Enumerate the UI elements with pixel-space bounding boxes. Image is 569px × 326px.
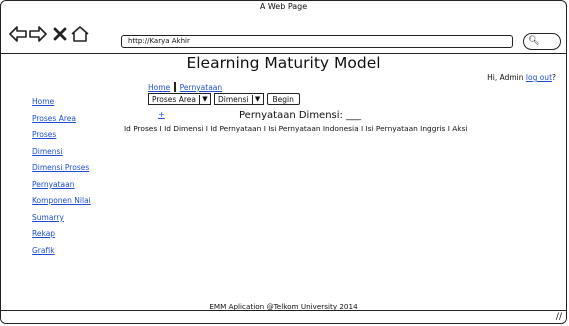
sidebar-item-pernyataan[interactable]: Pernyataan: [32, 177, 142, 194]
greeting-suffix: ?: [552, 73, 556, 82]
window-title: A Web Page: [259, 2, 308, 11]
user-greeting: Hi, Admin log out?: [487, 73, 556, 82]
breadcrumb-pernyataan[interactable]: Pernyataan: [180, 83, 223, 92]
browser-toolbar: http://Karya Akhir 🔍︎: [1, 13, 566, 54]
begin-button[interactable]: Begin: [266, 93, 300, 105]
chevron-down-icon: ▼: [251, 94, 263, 104]
dimensi-select[interactable]: Dimensi ▼: [213, 93, 264, 105]
sidebar-item-dimensi[interactable]: Dimensi: [32, 144, 142, 161]
chevron-down-icon: ▼: [198, 94, 210, 104]
browser-window: A Web Page http://Karya Akhir 🔍︎ Elearni…: [0, 0, 567, 324]
address-bar[interactable]: http://Karya Akhir: [121, 35, 513, 48]
back-arrow-icon[interactable]: [9, 26, 27, 42]
close-x-icon[interactable]: [53, 26, 67, 42]
dimensi-select-value: Dimensi: [217, 94, 249, 104]
search-box[interactable]: 🔍︎: [523, 33, 561, 50]
home-icon[interactable]: [71, 26, 89, 42]
section-heading: Pernyataan Dimensi: ___: [239, 110, 362, 121]
sidebar-item-rekap[interactable]: Rekap: [32, 226, 142, 243]
breadcrumb-separator: [174, 82, 176, 92]
forward-arrow-icon[interactable]: [29, 26, 47, 42]
breadcrumb: Home Pernyataan: [148, 82, 222, 92]
sidebar-item-komponen-nilai[interactable]: Komponen Nilai: [32, 193, 142, 210]
sidebar-item-sumarry[interactable]: Sumarry: [32, 210, 142, 227]
search-icon: 🔍︎: [528, 36, 540, 46]
filter-bar: Proses Area ▼ Dimensi ▼ Begin: [148, 93, 300, 105]
page-title: Elearning Maturity Model: [186, 54, 381, 72]
add-pernyataan-link[interactable]: +: [158, 110, 165, 119]
table-header: Id Proses I Id Dimensi I Id Pernyataan I…: [124, 124, 468, 133]
sidebar-item-dimensi-proses[interactable]: Dimensi Proses: [32, 160, 142, 177]
proses-area-select-value: Proses Area: [152, 94, 196, 104]
sidebar-item-grafik[interactable]: Grafik: [32, 243, 142, 260]
status-bar: ∕∕: [1, 310, 566, 323]
breadcrumb-home[interactable]: Home: [148, 83, 170, 92]
sidebar-item-home[interactable]: Home: [32, 94, 142, 111]
page-content: Elearning Maturity Model Hi, Admin log o…: [1, 54, 566, 311]
logout-link[interactable]: log out: [526, 73, 552, 82]
sidebar-nav: Home Proses Area Proses Dimensi Dimensi …: [32, 94, 142, 259]
greeting-text: Hi, Admin: [487, 73, 524, 82]
resize-handle-icon[interactable]: ∕∕: [556, 312, 562, 322]
proses-area-select[interactable]: Proses Area ▼: [148, 93, 211, 105]
